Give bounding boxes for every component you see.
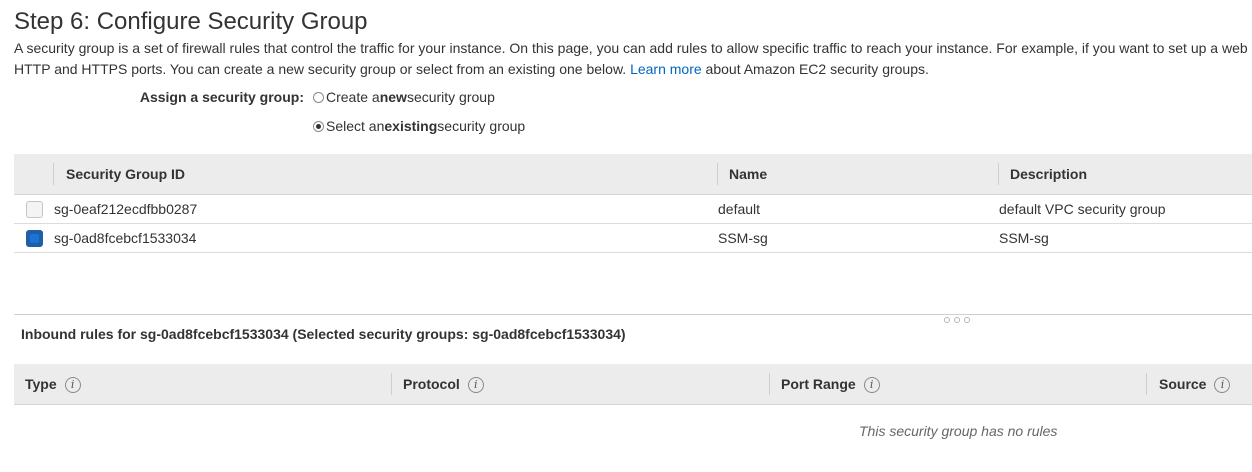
learn-more-link[interactable]: Learn more xyxy=(630,61,702,77)
select-existing-sg-label-pre: Select an xyxy=(326,118,385,134)
column-header-port-range-label: Port Range xyxy=(781,376,856,392)
create-new-sg-radio[interactable] xyxy=(313,91,324,103)
select-existing-sg-option[interactable]: Select an existing security group xyxy=(313,118,525,134)
column-header-source-label: Source xyxy=(1159,376,1207,392)
intro-line-2-suffix: about Amazon EC2 security groups. xyxy=(705,61,929,77)
security-group-name: SSM-sg xyxy=(718,230,768,246)
info-icon[interactable]: i xyxy=(467,377,484,394)
intro-line-2: HTTP and HTTPS ports. You can create a n… xyxy=(14,59,1252,80)
info-icon[interactable]: i xyxy=(1214,377,1231,394)
inbound-rules-table-header: Type i Protocol i Port Range i Source i xyxy=(14,364,1252,405)
create-new-sg-label-bold: new xyxy=(379,89,407,105)
column-header-security-group-id[interactable]: Security Group ID xyxy=(66,154,185,194)
page-title: Step 6: Configure Security Group xyxy=(14,8,368,35)
info-icon[interactable]: i xyxy=(64,377,81,394)
security-groups-table-header: Security Group ID Name Description xyxy=(14,154,1252,195)
intro-text: A security group is a set of firewall ru… xyxy=(14,38,1252,80)
info-icon[interactable]: i xyxy=(863,377,880,394)
table-row[interactable]: sg-0ad8fcebcf1533034 SSM-sg SSM-sg xyxy=(14,224,1252,253)
column-separator[interactable] xyxy=(391,373,392,395)
select-existing-sg-radio[interactable] xyxy=(313,120,324,132)
security-groups-table: Security Group ID Name Description sg-0e… xyxy=(14,154,1252,253)
inbound-rules-title: Inbound rules for sg-0ad8fcebcf1533034 (… xyxy=(21,326,626,342)
create-new-sg-label-pre: Create a xyxy=(326,89,380,105)
panel-divider xyxy=(14,314,1252,315)
column-header-description[interactable]: Description xyxy=(1010,154,1087,194)
security-group-description: SSM-sg xyxy=(999,230,1049,246)
column-separator[interactable] xyxy=(717,163,718,185)
security-group-id: sg-0eaf212ecdfbb0287 xyxy=(54,201,198,217)
resize-handle-icon[interactable] xyxy=(944,317,970,323)
security-group-name: default xyxy=(718,201,761,217)
column-separator[interactable] xyxy=(998,163,999,185)
column-header-protocol-label: Protocol xyxy=(403,376,460,392)
create-new-sg-option[interactable]: Create a new security group xyxy=(313,89,495,105)
no-rules-message: This security group has no rules xyxy=(859,423,1058,439)
column-header-protocol: Protocol i xyxy=(403,364,484,404)
column-header-type: Type i xyxy=(25,364,81,404)
table-row[interactable]: sg-0eaf212ecdfbb0287 default default VPC… xyxy=(14,195,1252,224)
resize-dot xyxy=(944,317,950,323)
column-header-name[interactable]: Name xyxy=(729,154,767,194)
resize-dot xyxy=(964,317,970,323)
intro-line-1: A security group is a set of firewall ru… xyxy=(14,40,1248,56)
select-existing-sg-label-bold: existing xyxy=(384,118,438,134)
column-header-port-range: Port Range i xyxy=(781,364,880,404)
security-group-description: default VPC security group xyxy=(999,201,1166,217)
row-checkbox[interactable] xyxy=(26,201,43,218)
resize-dot xyxy=(954,317,960,323)
security-group-id: sg-0ad8fcebcf1533034 xyxy=(54,230,197,246)
row-checkbox[interactable] xyxy=(26,230,43,247)
column-separator[interactable] xyxy=(1146,373,1147,395)
assign-security-group-label: Assign a security group: xyxy=(139,89,304,105)
create-new-sg-label-post: security group xyxy=(406,89,495,105)
intro-line-2-text: HTTP and HTTPS ports. You can create a n… xyxy=(14,61,627,77)
column-separator[interactable] xyxy=(53,163,54,185)
select-existing-sg-label-post: security group xyxy=(437,118,526,134)
column-header-source: Source i xyxy=(1159,364,1231,404)
column-header-type-label: Type xyxy=(25,376,57,392)
column-separator[interactable] xyxy=(769,373,770,395)
